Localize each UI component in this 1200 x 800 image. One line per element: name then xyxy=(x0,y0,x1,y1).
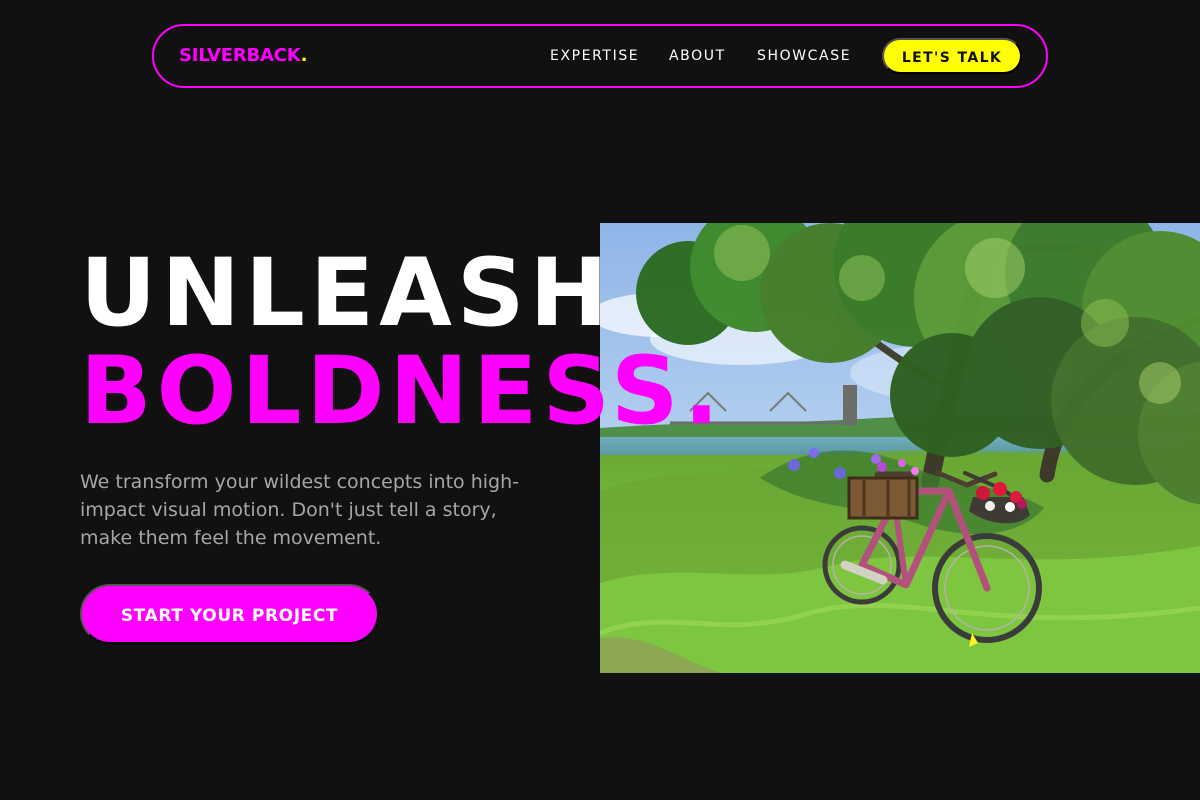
nav-link-about[interactable]: ABOUT xyxy=(669,47,726,65)
brand-logo[interactable]: SILVERBACK. xyxy=(179,45,307,67)
nav-link-expertise[interactable]: EXPERTISE xyxy=(550,47,639,65)
hero-title: UNLEASH BOLDNESS. xyxy=(80,245,724,441)
lets-talk-button[interactable]: LET'S TALK xyxy=(882,38,1022,74)
hero-title-line-2: BOLDNESS. xyxy=(80,337,725,446)
brand-dot: . xyxy=(300,45,308,66)
hero-description: We transform your wildest concepts into … xyxy=(80,471,519,549)
nav-link-showcase[interactable]: SHOWCASE xyxy=(757,47,851,65)
brand-name: SILVERBACK xyxy=(179,45,301,66)
hero-title-line-1: UNLEASH xyxy=(80,239,614,348)
start-project-button[interactable]: START YOUR PROJECT xyxy=(80,584,379,644)
landing-page: SILVERBACK. EXPERTISE ABOUT SHOWCASE LET… xyxy=(0,0,1200,800)
top-navigation: SILVERBACK. EXPERTISE ABOUT SHOWCASE LET… xyxy=(152,24,1048,88)
